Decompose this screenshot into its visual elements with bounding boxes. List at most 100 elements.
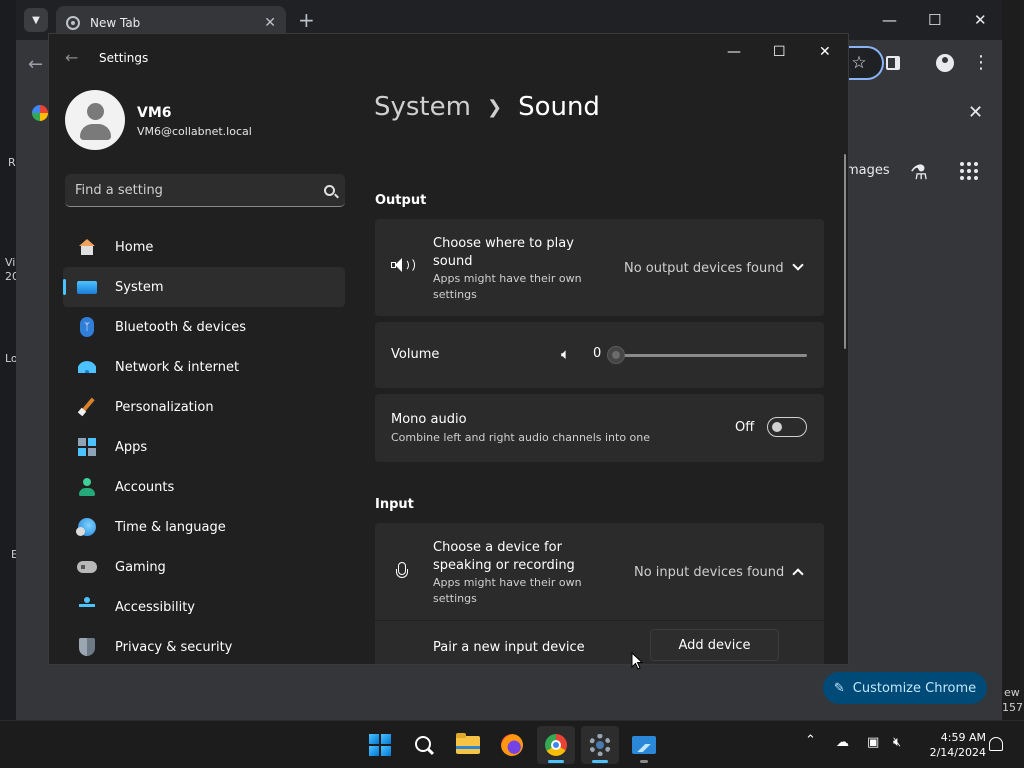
sidebar-item-label: Personalization [115, 399, 214, 415]
search-input[interactable]: Find a setting [65, 174, 345, 207]
content-scrollbar[interactable] [844, 154, 846, 349]
settings-window: ← Settings — ☐ ✕ VM6 VM6@collabnet.local… [48, 33, 849, 665]
pair-input-device-row: Pair a new input device Add device [375, 621, 824, 664]
sidebar-item-accounts[interactable]: Accounts [63, 467, 345, 507]
output-device-value: No output devices found [624, 261, 784, 276]
globe-clock-icon [76, 517, 97, 537]
start-button[interactable] [361, 726, 399, 764]
chrome-icon [545, 734, 567, 756]
add-device-button[interactable]: Add device [650, 629, 779, 661]
google-apps-icon[interactable] [960, 162, 978, 180]
sidebar-item-label: Home [115, 239, 154, 255]
google-bookmark-icon[interactable] [32, 105, 48, 121]
chrome-menu-icon[interactable]: ⋮ [972, 50, 990, 76]
settings-minimize-icon[interactable]: — [727, 42, 741, 62]
chrome-close-icon[interactable]: ✕ [974, 8, 987, 32]
account-icon [77, 477, 97, 497]
mono-audio-subtitle: Combine left and right audio channels in… [391, 431, 651, 444]
volume-value: 0 [593, 346, 602, 361]
sidebar-item-network[interactable]: Network & internet [63, 347, 345, 387]
input-choose-title: Choose a device for speaking or recordin… [433, 540, 575, 573]
search-placeholder: Find a setting [75, 182, 163, 198]
customize-chrome-button[interactable]: ✎ Customize Chrome [823, 672, 987, 704]
settings-taskbar-button[interactable] [581, 726, 619, 764]
firefox-button[interactable] [493, 726, 531, 764]
taskbar-search-button[interactable] [405, 726, 443, 764]
volume-label: Volume [391, 347, 440, 362]
running-indicator [548, 760, 564, 763]
sidebar-item-label: Network & internet [115, 359, 240, 375]
sidebar-item-system[interactable]: System [63, 267, 345, 307]
close-tab-icon[interactable]: ✕ [264, 15, 276, 31]
tab-search-dropdown-icon[interactable]: ▼ [24, 8, 48, 32]
network-icon[interactable]: ▣ [867, 735, 879, 750]
gamepad-icon [77, 557, 97, 577]
remote-desktop-icon [632, 736, 656, 754]
volume-muted-icon[interactable]: 🔇︎ [893, 735, 901, 750]
sidebar-item-gaming[interactable]: Gaming [63, 547, 345, 587]
running-indicator [640, 760, 648, 763]
taskbar: ⌃ ☁ ▣ 🔇︎ 4:59 AM 2/14/2024 [0, 720, 1024, 768]
search-icon [415, 736, 433, 754]
sidebar-item-label: Gaming [115, 559, 166, 575]
output-choose-subtitle: Apps might have their own settings [433, 272, 582, 301]
sidebar-item-home[interactable]: Home [63, 227, 345, 267]
sidebar-item-label: Privacy & security [115, 639, 233, 655]
sidebar-item-privacy[interactable]: Privacy & security [63, 627, 345, 664]
windows-logo-icon [369, 734, 391, 756]
sidebar-item-time-language[interactable]: Time & language [63, 507, 345, 547]
chevron-up-icon[interactable] [792, 568, 804, 580]
chrome-taskbar-button[interactable] [537, 726, 575, 764]
file-explorer-button[interactable] [449, 726, 487, 764]
sidebar-item-personalization[interactable]: Personalization [63, 387, 345, 427]
chevron-down-icon[interactable] [792, 259, 804, 271]
mono-audio-row: Mono audio Combine left and right audio … [375, 394, 824, 462]
chrome-back-icon[interactable]: ← [28, 54, 43, 75]
breadcrumb: System ❯ Sound [374, 92, 600, 122]
mono-audio-toggle[interactable] [767, 417, 807, 437]
system-icon [77, 277, 97, 297]
remote-desktop-button[interactable] [625, 726, 663, 764]
folder-icon [456, 733, 480, 754]
taskbar-clock[interactable]: 4:59 AM 2/14/2024 [920, 730, 986, 760]
settings-close-icon[interactable]: ✕ [819, 42, 831, 62]
ntp-text-fragment: ew [1004, 686, 1020, 699]
sidebar-item-accessibility[interactable]: Accessibility [63, 587, 345, 627]
output-device-selector[interactable]: Choose where to play sound Apps might ha… [375, 219, 824, 316]
chrome-minimize-icon[interactable]: — [882, 8, 897, 32]
input-device-selector[interactable]: Choose a device for speaking or recordin… [375, 523, 824, 620]
search-icon [324, 184, 335, 196]
desktop-text-fragment: R [8, 156, 16, 169]
onedrive-offline-icon[interactable]: ☁ [836, 735, 849, 750]
chrome-favicon-icon [66, 16, 80, 30]
brush-icon [77, 397, 97, 417]
wifi-icon [77, 357, 97, 377]
sidebar-item-label: Accounts [115, 479, 175, 495]
volume-slider-thumb[interactable] [607, 346, 625, 364]
profile-icon[interactable] [936, 54, 954, 72]
clock-time: 4:59 AM [940, 731, 986, 744]
settings-maximize-icon[interactable]: ☐ [773, 42, 786, 62]
sidebar-item-label: Accessibility [115, 599, 195, 615]
sidebar-item-label: Time & language [115, 519, 226, 535]
ntp-images-link[interactable]: mages [846, 163, 890, 178]
output-heading: Output [375, 193, 427, 208]
infobar-close-icon[interactable]: ✕ [968, 102, 983, 123]
volume-slider-track[interactable] [617, 354, 807, 357]
chrome-maximize-icon[interactable]: ☐ [928, 8, 941, 32]
sidebar-item-bluetooth[interactable]: ᛉ Bluetooth & devices [63, 307, 345, 347]
input-choose-subtitle: Apps might have their own settings [433, 576, 582, 605]
avatar[interactable] [65, 90, 125, 150]
sidebar-item-label: Bluetooth & devices [115, 319, 246, 335]
profile-name: VM6 [137, 105, 172, 121]
side-panel-icon[interactable] [886, 56, 900, 70]
chevron-up-icon[interactable]: ⌃ [805, 733, 816, 748]
notification-bell-icon[interactable] [989, 737, 1003, 751]
apps-icon [77, 437, 97, 457]
back-arrow-icon[interactable]: ← [65, 48, 78, 67]
breadcrumb-parent[interactable]: System [374, 92, 471, 122]
speaker-muted-icon[interactable]: 🔈︎ [561, 345, 570, 363]
new-tab-plus-icon[interactable]: + [298, 8, 315, 32]
sidebar-item-apps[interactable]: Apps [63, 427, 345, 467]
labs-flask-icon[interactable]: ⚗ [910, 160, 928, 184]
